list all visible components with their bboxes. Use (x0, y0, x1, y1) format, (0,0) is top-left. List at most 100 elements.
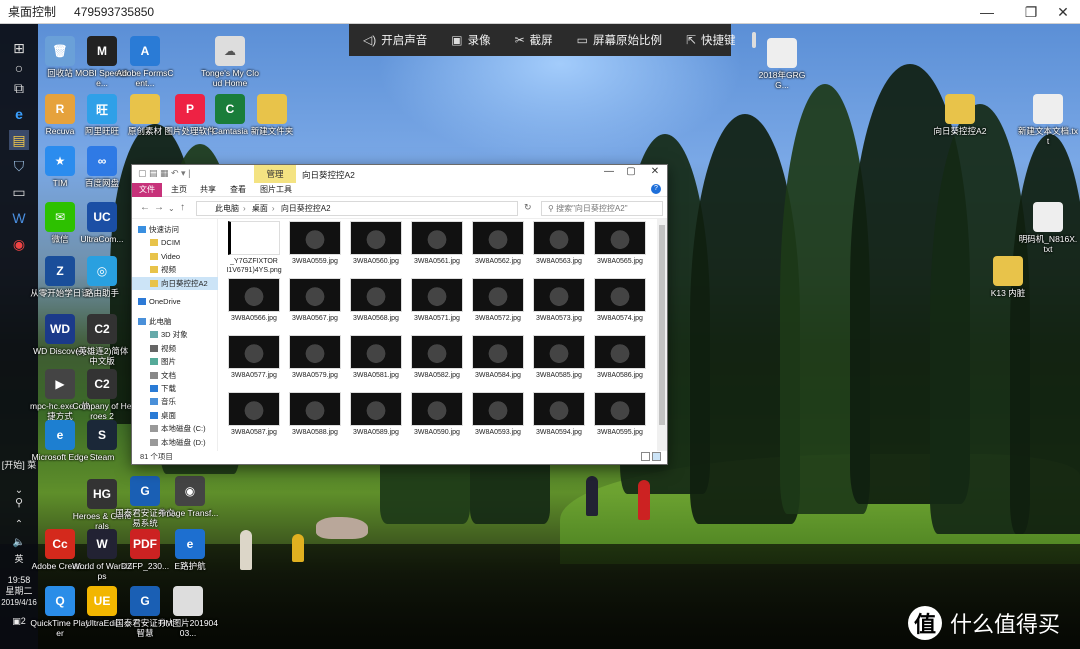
desktop-icon[interactable]: ☁ Tonge's My Cloud Home (200, 36, 260, 88)
nav-item[interactable]: 本地磁盘 (D:) (132, 436, 218, 449)
ribbon-tab-home[interactable]: 主页 (171, 183, 187, 197)
ribbon-tab-share[interactable]: 共享 (200, 183, 216, 197)
explorer-minimize-button[interactable]: — (598, 166, 620, 182)
app-icon[interactable]: ▭ (9, 182, 29, 202)
forward-icon[interactable]: → (154, 202, 164, 213)
nav-item[interactable]: 音乐 (132, 395, 218, 408)
breadcrumb-folder[interactable]: 向日葵控控A2 (281, 204, 331, 213)
search-input[interactable]: ⚲ 搜索"向日葵控控A2" (541, 201, 663, 216)
nav-item[interactable]: 快速访问 (132, 223, 218, 236)
quick-access-toolbar[interactable]: ▢ ▤ ▦ ↶ ▾ | (138, 168, 190, 179)
large-icons-view-icon[interactable] (652, 452, 661, 461)
back-icon[interactable]: ← (140, 202, 150, 213)
desktop-icon[interactable]: TIM图片20190403... (158, 586, 218, 638)
file-item[interactable]: 3W8A0566.jpg (224, 278, 284, 328)
ribbon-tab-file[interactable]: 文件 (132, 183, 162, 197)
vertical-scrollbar[interactable] (657, 219, 667, 451)
desktop-icon[interactable]: 2018年GRGG... (752, 38, 812, 90)
desktop-icon[interactable]: e E路护航 (160, 529, 220, 571)
nav-item[interactable]: OneDrive (132, 295, 218, 308)
file-item[interactable]: 3W8A0577.jpg (224, 335, 284, 385)
desktop-icon[interactable]: C2 Company of Heroes 2 (72, 369, 132, 421)
store-icon[interactable]: ⛉ (9, 156, 29, 176)
file-item[interactable]: 3W8A0562.jpg (468, 221, 528, 271)
desktop-icon[interactable]: 向日葵控控A2 (930, 94, 990, 136)
file-item[interactable]: 3W8A0588.jpg (285, 392, 345, 442)
up-icon[interactable]: ↑ (180, 202, 185, 213)
edge-icon[interactable]: e (9, 104, 29, 124)
toggle-sound-button[interactable]: ◁) 开启声音 (349, 24, 437, 56)
record-button[interactable]: ▣ 录像 (437, 24, 500, 56)
nav-item[interactable]: 此电脑 (132, 315, 218, 328)
task-view-icon[interactable]: ⧉ (9, 78, 29, 98)
file-item[interactable]: 3W8A0571.jpg (407, 278, 467, 328)
file-explorer-window[interactable]: ▢ ▤ ▦ ↶ ▾ | 管理 向日葵控控A2 — ▢ ✕ 文件 主页 共享 查看… (131, 164, 668, 465)
nav-item[interactable]: DCIM (132, 236, 218, 249)
recent-dropdown-icon[interactable]: ⌄ (168, 204, 175, 213)
file-item[interactable]: 3W8A0563.jpg (529, 221, 589, 271)
file-item[interactable]: 3W8A0582.jpg (407, 335, 467, 385)
desktop-icon[interactable]: 新建文件夹 (242, 94, 302, 136)
file-item[interactable]: 3W8A0560.jpg (346, 221, 406, 271)
close-button[interactable]: ✕ (1046, 0, 1080, 24)
desktop-icon[interactable]: 明码机_N816X.txt (1018, 202, 1078, 254)
file-explorer-icon[interactable]: ▤ (9, 130, 29, 150)
file-item[interactable]: 3W8A0585.jpg (529, 335, 589, 385)
remote-desktop[interactable]: ⊞ ○ ⧉ e ▤ ⛉ ▭ W ◉ [开始] 菜 ⌄ ⚲ ⌃ 🔈 英 19:58… (0, 24, 1080, 649)
desktop-icon[interactable]: ∞ 百度网盘 (72, 146, 132, 188)
clock-time[interactable]: 19:58 (0, 575, 38, 586)
original-ratio-button[interactable]: ▭ 屏幕原始比例 (563, 24, 672, 56)
file-item[interactable]: 3W8A0568.jpg (346, 278, 406, 328)
file-item[interactable]: 3W8A0581.jpg (346, 335, 406, 385)
nav-item[interactable]: 3D 对象 (132, 328, 218, 341)
windows-start-icon[interactable]: ⊞ (9, 38, 29, 58)
file-item[interactable]: 3W8A0587.jpg (224, 392, 284, 442)
chrome-icon[interactable]: ◉ (9, 234, 29, 254)
nav-item[interactable]: 本地磁盘 (C:) (132, 422, 218, 435)
word-icon[interactable]: W (9, 208, 29, 228)
file-item[interactable]: 3W8A0586.jpg (590, 335, 650, 385)
nav-item[interactable]: 图片 (132, 355, 218, 368)
file-item[interactable]: 3W8A0595.jpg (590, 392, 650, 442)
nav-item[interactable]: 视频 (132, 263, 218, 276)
file-item[interactable]: 3W8A0573.jpg (529, 278, 589, 328)
file-item[interactable]: 3W8A0590.jpg (407, 392, 467, 442)
shortcut-button[interactable]: ⇱ 快捷键 (672, 24, 746, 56)
desktop-icon[interactable]: C2 (英雄连2)简体中文版 (72, 314, 132, 366)
refresh-icon[interactable]: ↻ (524, 202, 532, 213)
restore-button[interactable]: ❐ (1014, 0, 1048, 24)
desktop-icon[interactable]: K13 内脏 (978, 256, 1038, 298)
tab-manage[interactable]: 管理 (254, 165, 296, 183)
explorer-maximize-button[interactable]: ▢ (620, 166, 642, 182)
desktop-icon[interactable]: S Steam (72, 420, 132, 462)
file-item[interactable]: 3W8A0579.jpg (285, 335, 345, 385)
people-icon[interactable]: ⚲ (9, 492, 29, 512)
help-icon[interactable]: ? (651, 184, 661, 194)
screenshot-button[interactable]: ✂ 截屏 (501, 24, 563, 56)
volume-icon[interactable]: 🔈 (9, 532, 29, 552)
file-item[interactable]: 3W8A0593.jpg (468, 392, 528, 442)
minimize-button[interactable]: — (970, 0, 1004, 24)
tray-up-icon[interactable]: ⌃ (9, 514, 29, 534)
file-item[interactable]: 3W8A0584.jpg (468, 335, 528, 385)
file-item[interactable]: 3W8A0561.jpg (407, 221, 467, 271)
file-item[interactable]: 3W8A0559.jpg (285, 221, 345, 271)
nav-item[interactable]: 视频 (132, 342, 218, 355)
ribbon-tab-view[interactable]: 查看 (230, 183, 246, 197)
scrollbar-thumb[interactable] (659, 225, 665, 425)
explorer-close-button[interactable]: ✕ (644, 166, 666, 182)
desktop-icon[interactable]: UC UltraCom... (72, 202, 132, 244)
nav-item[interactable]: 下载 (132, 382, 218, 395)
file-item[interactable]: 3W8A0565.jpg (590, 221, 650, 271)
file-item[interactable]: 3W8A0574.jpg (590, 278, 650, 328)
nav-item[interactable]: 向日葵控控A2 (132, 276, 218, 290)
file-item[interactable]: 3W8A0589.jpg (346, 392, 406, 442)
ribbon-tab-picture-tools[interactable]: 图片工具 (260, 183, 292, 197)
nav-item[interactable]: 文档 (132, 369, 218, 382)
nav-item[interactable]: 桌面 (132, 409, 218, 422)
file-item[interactable]: 3W8A0567.jpg (285, 278, 345, 328)
breadcrumb-desktop[interactable]: 桌面 (252, 204, 268, 213)
desktop-icon[interactable]: 新建文本文档.txt (1018, 94, 1078, 146)
desktop-icon[interactable]: A Adobe FormsCent... (115, 36, 175, 88)
details-view-icon[interactable] (641, 452, 650, 461)
